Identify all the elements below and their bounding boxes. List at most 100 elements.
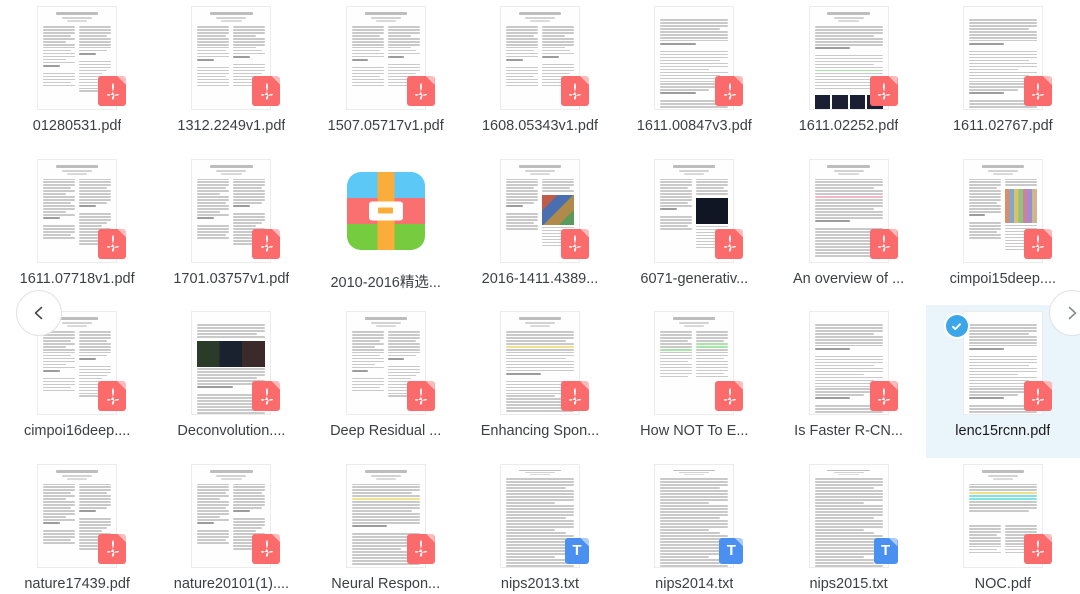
file-item[interactable]: Tnips2014.txt	[617, 458, 771, 594]
text-line	[696, 339, 725, 342]
doc-author-line	[833, 472, 864, 473]
file-thumbnail[interactable]: T	[639, 462, 749, 570]
file-item[interactable]: 1611.07718v1.pdf	[0, 153, 154, 306]
text-line	[660, 216, 693, 218]
file-thumbnail[interactable]	[794, 157, 904, 265]
file-thumbnail[interactable]	[948, 4, 1058, 112]
file-item[interactable]: 1611.02767.pdf	[926, 0, 1080, 153]
file-thumbnail[interactable]	[639, 4, 749, 112]
selection-check-icon[interactable]	[945, 315, 968, 337]
file-item[interactable]: 2016-1411.4389...	[463, 153, 617, 306]
text-line	[43, 178, 76, 181]
text-line	[197, 187, 226, 190]
file-thumbnail[interactable]	[485, 4, 595, 112]
section-heading-line	[233, 510, 251, 513]
file-thumbnail[interactable]	[22, 462, 132, 570]
text-line	[387, 52, 420, 55]
text-line	[660, 541, 729, 543]
file-item[interactable]: Is Faster R-CN...	[771, 305, 925, 458]
file-item[interactable]: An overview of ...	[771, 153, 925, 306]
file-item[interactable]: NOC.pdf	[926, 458, 1080, 594]
file-item[interactable]: Deconvolution....	[154, 305, 308, 458]
file-item[interactable]: 2010-2016精选...	[309, 153, 463, 306]
file-item[interactable]: 1611.00847v3.pdf	[617, 0, 771, 153]
doc-title-line	[56, 317, 99, 320]
text-line	[968, 211, 1001, 213]
file-item[interactable]: 1507.05717v1.pdf	[309, 0, 463, 153]
text-line	[968, 525, 1001, 527]
text-line	[505, 339, 566, 342]
section-heading-line	[660, 42, 696, 45]
doc-title-line	[518, 12, 562, 15]
file-item[interactable]: 6071-generativ...	[617, 153, 771, 306]
text-line	[351, 336, 384, 339]
text-line	[968, 527, 1001, 530]
text-line	[505, 514, 574, 516]
file-thumbnail[interactable]	[176, 309, 286, 417]
file-thumbnail[interactable]	[331, 462, 441, 570]
file-item[interactable]: 1608.05343v1.pdf	[463, 0, 617, 153]
file-thumbnail[interactable]	[331, 4, 441, 112]
file-thumbnail[interactable]	[639, 157, 749, 265]
text-line	[968, 376, 1037, 379]
file-thumbnail[interactable]	[22, 157, 132, 265]
text-line	[660, 532, 721, 534]
file-thumbnail[interactable]	[176, 157, 286, 265]
text-line	[197, 332, 258, 335]
file-item[interactable]: Deep Residual ...	[309, 305, 463, 458]
doc-title-line	[56, 164, 99, 168]
text-line	[696, 181, 729, 184]
file-thumbnail[interactable]	[176, 462, 286, 570]
file-item[interactable]: Tnips2015.txt	[771, 458, 925, 594]
text-line	[197, 78, 230, 81]
file-thumbnail[interactable]: T	[485, 462, 595, 570]
file-thumbnail[interactable]	[485, 157, 595, 265]
prev-page-button[interactable]	[16, 290, 62, 336]
file-item[interactable]: 01280531.pdf	[0, 0, 154, 153]
file-item[interactable]: 1312.2249v1.pdf	[154, 0, 308, 153]
text-line	[43, 78, 76, 81]
file-thumbnail[interactable]	[948, 462, 1058, 570]
text-line	[197, 43, 230, 46]
file-item[interactable]: nature17439.pdf	[0, 458, 154, 594]
text-line	[505, 219, 538, 221]
pdf-file-icon	[406, 533, 435, 564]
file-item[interactable]: 1611.02252.pdf	[771, 0, 925, 153]
text-line	[43, 495, 76, 498]
file-item[interactable]: 1701.03757v1.pdf	[154, 153, 308, 306]
text-line	[505, 43, 538, 46]
section-heading-line	[541, 55, 559, 58]
pdf-file-icon	[715, 381, 744, 411]
file-thumbnail[interactable]	[485, 309, 595, 417]
section-heading-line	[197, 386, 233, 389]
file-item[interactable]: Tnips2013.txt	[463, 458, 617, 594]
text-line	[197, 371, 266, 373]
file-thumbnail[interactable]	[331, 157, 441, 265]
text-line	[696, 351, 729, 354]
text-line	[814, 379, 875, 382]
text-line	[351, 342, 384, 345]
file-thumbnail[interactable]	[948, 157, 1058, 265]
file-item[interactable]: Enhancing Spon...	[463, 305, 617, 458]
file-name-label: cimpoi16deep....	[23, 423, 131, 439]
file-thumbnail[interactable]	[794, 4, 904, 112]
text-line	[660, 36, 729, 39]
file-thumbnail[interactable]	[331, 309, 441, 417]
file-thumbnail[interactable]	[176, 4, 286, 112]
file-item[interactable]: Neural Respon...	[309, 458, 463, 594]
file-item[interactable]: How NOT To E...	[617, 305, 771, 458]
file-thumbnail[interactable]	[22, 4, 132, 112]
text-line	[541, 181, 574, 184]
text-line	[968, 181, 1001, 184]
text-line	[505, 31, 538, 34]
file-item[interactable]: nature20101(1)....	[154, 458, 308, 594]
file-thumbnail[interactable]: T	[794, 462, 904, 570]
file-thumbnail[interactable]	[794, 309, 904, 417]
doc-affil-line	[684, 172, 705, 175]
section-heading-line	[43, 522, 60, 525]
text-line	[814, 514, 883, 516]
text-line	[660, 109, 720, 110]
file-thumbnail[interactable]	[639, 309, 749, 417]
text-line	[660, 526, 729, 528]
file-item[interactable]: cimpoi15deep....	[926, 153, 1080, 306]
